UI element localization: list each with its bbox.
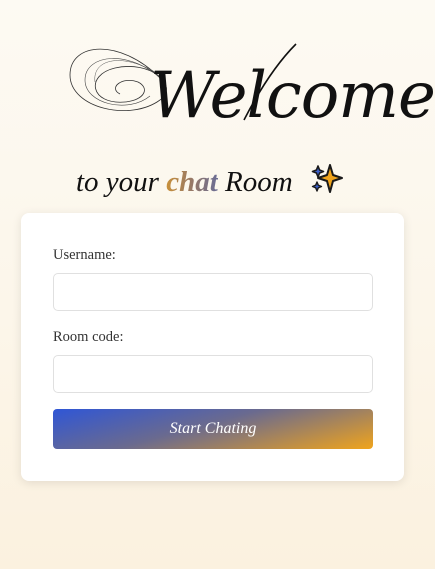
welcome-title: Welcome <box>150 59 435 133</box>
sparkles-icon <box>310 163 344 201</box>
room-code-input[interactable] <box>53 355 373 393</box>
welcome-header: Welcome <box>0 30 435 160</box>
subtitle-prefix: to your <box>76 166 159 198</box>
start-chatting-button[interactable]: Start Chating <box>53 409 373 449</box>
login-card: Username: Room code: Start Chating <box>21 213 404 481</box>
subtitle-highlight: chat <box>166 166 218 198</box>
room-code-label: Room code: <box>53 329 124 345</box>
page-subtitle: to your chat Room <box>76 163 344 201</box>
username-label: Username: <box>53 247 116 263</box>
subtitle-suffix: Room <box>225 166 293 198</box>
username-input[interactable] <box>53 273 373 311</box>
